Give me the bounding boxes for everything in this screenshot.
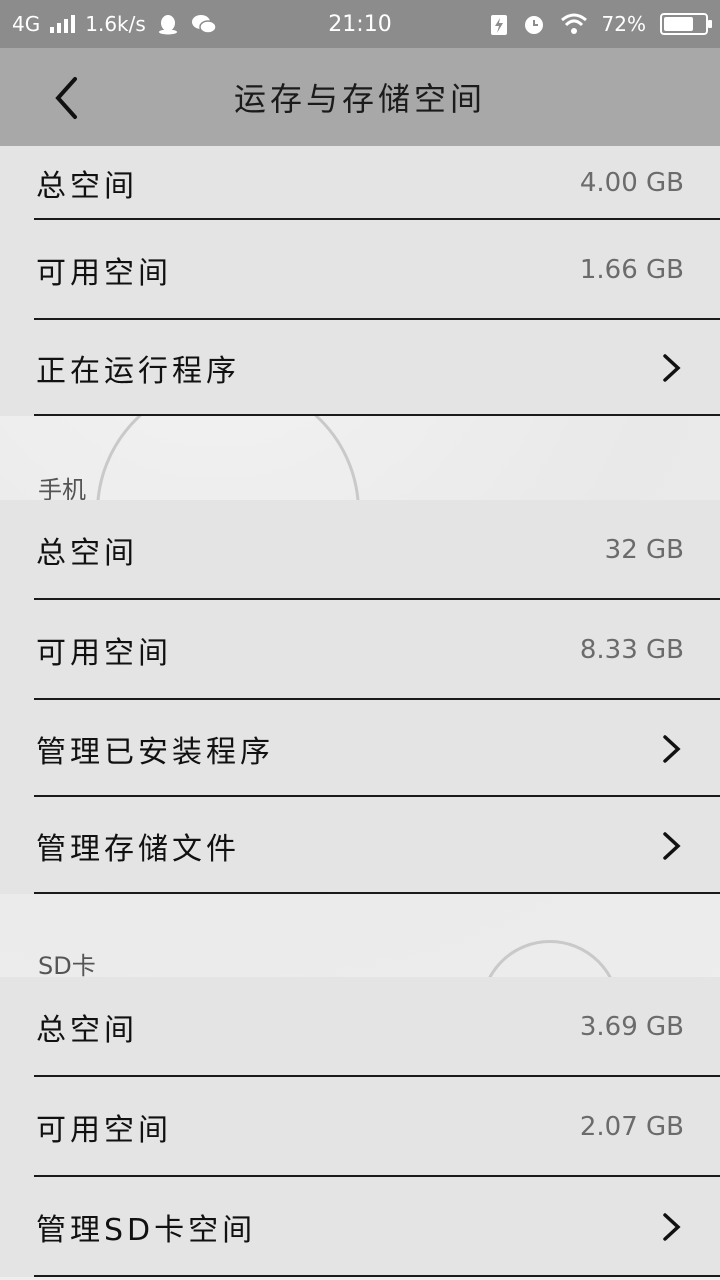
alarm-icon — [522, 12, 546, 36]
phone-total-row: 总空间 32 GB — [0, 500, 720, 600]
chevron-right-icon — [663, 354, 681, 382]
row-label: 可用空间 — [36, 256, 172, 291]
chevron-right-icon — [663, 1213, 681, 1241]
row-label: 管理存储文件 — [36, 831, 240, 867]
sd-total-row: 总空间 3.69 GB — [0, 977, 720, 1077]
ram-section: 总空间 4.00 GB 可用空间 1.66 GB 正在运行程序 — [0, 146, 720, 416]
sd-section-title: SD卡 — [38, 952, 96, 980]
row-label: 管理SD卡空间 — [36, 1213, 257, 1248]
battery-percent: 72% — [601, 12, 646, 36]
chevron-right-icon — [663, 734, 681, 763]
row-value: 32 GB — [604, 535, 684, 565]
row-value: 2.07 GB — [579, 1112, 684, 1142]
sd-section: 总空间 3.69 GB 可用空间 2.07 GB 管理SD卡空间 — [0, 977, 720, 1277]
running-apps-row[interactable]: 正在运行程序 — [0, 320, 720, 416]
row-label: 可用空间 — [36, 1113, 172, 1148]
app-header: 运存与存储空间 — [0, 48, 720, 146]
wifi-icon — [560, 13, 588, 35]
status-bar: 4G 1.6k/s 21:10 72% — [0, 0, 720, 48]
row-label: 可用空间 — [36, 636, 172, 671]
row-label: 总空间 — [36, 1013, 138, 1048]
phone-section: 总空间 32 GB 可用空间 8.33 GB 管理已安装程序 管理存储文件 — [0, 500, 720, 894]
row-value: 3.69 GB — [579, 1012, 684, 1042]
battery-icon — [660, 13, 712, 35]
manage-sd-space-row[interactable]: 管理SD卡空间 — [0, 1177, 720, 1277]
ram-total-row: 总空间 4.00 GB — [0, 146, 720, 220]
sd-available-row: 可用空间 2.07 GB — [0, 1077, 720, 1177]
row-label: 正在运行程序 — [36, 354, 240, 389]
clock: 21:10 — [328, 11, 392, 37]
page-title: 运存与存储空间 — [233, 80, 486, 118]
row-value: 8.33 GB — [579, 635, 684, 665]
ram-available-row: 可用空间 1.66 GB — [0, 220, 720, 320]
charging-icon — [490, 12, 508, 36]
manage-stored-files-row[interactable]: 管理存储文件 — [0, 797, 720, 894]
chevron-right-icon — [663, 831, 681, 860]
row-label: 总空间 — [36, 169, 138, 204]
row-value: 4.00 GB — [579, 168, 684, 198]
phone-available-row: 可用空间 8.33 GB — [0, 600, 720, 700]
row-label: 管理已安装程序 — [36, 734, 274, 770]
manage-installed-apps-row[interactable]: 管理已安装程序 — [0, 700, 720, 797]
row-label: 总空间 — [36, 536, 138, 571]
row-value: 1.66 GB — [579, 255, 684, 285]
